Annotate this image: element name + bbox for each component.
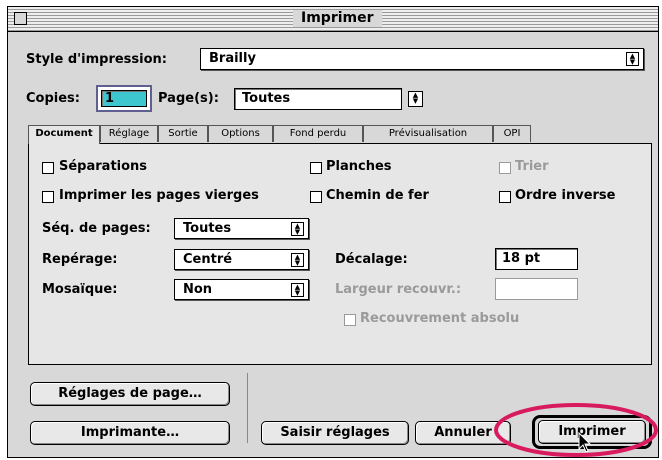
tab-bar: Document Réglage Sortie Options Fond per… xyxy=(28,125,648,145)
tab-fond-perdu[interactable]: Fond perdu xyxy=(273,125,363,142)
registration-value: Centré xyxy=(183,252,233,267)
close-box[interactable] xyxy=(14,12,27,25)
offset-label: Décalage: xyxy=(335,252,408,267)
print-style-popup[interactable]: Brailly ▲ ▼ xyxy=(200,48,644,70)
popup-arrows-icon: ▲ ▼ xyxy=(291,253,304,267)
tiling-label: Mosaïque: xyxy=(42,282,118,297)
page-sequence-popup[interactable]: Toutes ▲ ▼ xyxy=(174,218,309,239)
separations-label: Séparations xyxy=(59,159,148,174)
chemin-de-fer-checkbox[interactable] xyxy=(310,191,322,203)
copies-focus-ring: 1 xyxy=(96,85,152,112)
document-panel: Séparations Planches Trier Imprimer les … xyxy=(28,143,652,365)
pages-label: Page(s): xyxy=(158,91,219,106)
print-dialog: Imprimer Style d'impression: Brailly ▲ ▼ … xyxy=(7,6,659,458)
registration-label: Repérage: xyxy=(42,252,118,267)
print-style-value: Brailly xyxy=(209,51,256,66)
copies-label: Copies: xyxy=(26,91,80,106)
ordre-inverse-label: Ordre inverse xyxy=(515,188,616,203)
copies-value: 1 xyxy=(105,91,115,106)
overlap-label: Largeur recouvr.: xyxy=(335,282,462,297)
blank-pages-checkbox[interactable] xyxy=(42,191,54,203)
ordre-inverse-checkbox[interactable] xyxy=(499,191,511,203)
absolute-overlap-label: Recouvrement absolu xyxy=(360,311,520,326)
popup-arrows-icon: ▲ ▼ xyxy=(626,52,639,66)
tab-sortie[interactable]: Sortie xyxy=(158,125,208,142)
chemin-de-fer-label: Chemin de fer xyxy=(326,188,429,203)
button-divider xyxy=(247,373,248,443)
tiling-value: Non xyxy=(183,282,213,297)
window-title: Imprimer xyxy=(293,10,382,27)
offset-field[interactable]: 18 pt xyxy=(495,248,578,270)
trier-label: Trier xyxy=(515,159,549,174)
pages-value: Toutes xyxy=(242,91,291,106)
offset-value: 18 pt xyxy=(502,251,541,266)
overlap-field xyxy=(495,278,578,300)
separations-checkbox[interactable] xyxy=(42,162,54,174)
popup-arrows-icon: ▲ ▼ xyxy=(291,283,304,297)
absolute-overlap-checkbox xyxy=(344,314,356,326)
annotation-circle xyxy=(494,403,658,457)
tab-reglage[interactable]: Réglage xyxy=(100,125,158,142)
pages-arrows-icon[interactable]: ▲ ▼ xyxy=(408,91,423,107)
capture-settings-button[interactable]: Saisir réglages xyxy=(261,421,409,445)
popup-arrows-icon: ▲ ▼ xyxy=(291,222,304,236)
registration-popup[interactable]: Centré ▲ ▼ xyxy=(174,249,309,270)
planches-label: Planches xyxy=(326,159,392,174)
copies-field[interactable]: 1 xyxy=(101,90,147,107)
trier-checkbox xyxy=(499,162,511,174)
page-setup-button[interactable]: Réglages de page… xyxy=(30,382,230,406)
tab-options[interactable]: Options xyxy=(208,125,273,142)
blank-pages-label: Imprimer les pages vierges xyxy=(59,188,259,203)
pages-field[interactable]: Toutes xyxy=(234,88,402,110)
page-sequence-label: Séq. de pages: xyxy=(42,221,151,236)
print-style-label: Style d'impression: xyxy=(26,52,167,67)
tab-document[interactable]: Document xyxy=(28,125,100,144)
tab-previsualisation[interactable]: Prévisualisation xyxy=(363,125,493,142)
printer-button[interactable]: Imprimante… xyxy=(30,421,230,445)
tiling-popup[interactable]: Non ▲ ▼ xyxy=(174,279,309,300)
planches-checkbox[interactable] xyxy=(310,162,322,174)
title-bar[interactable]: Imprimer xyxy=(8,7,658,32)
tab-opi[interactable]: OPI xyxy=(493,125,531,142)
mouse-pointer-icon xyxy=(578,432,592,453)
page-sequence-value: Toutes xyxy=(183,221,232,236)
